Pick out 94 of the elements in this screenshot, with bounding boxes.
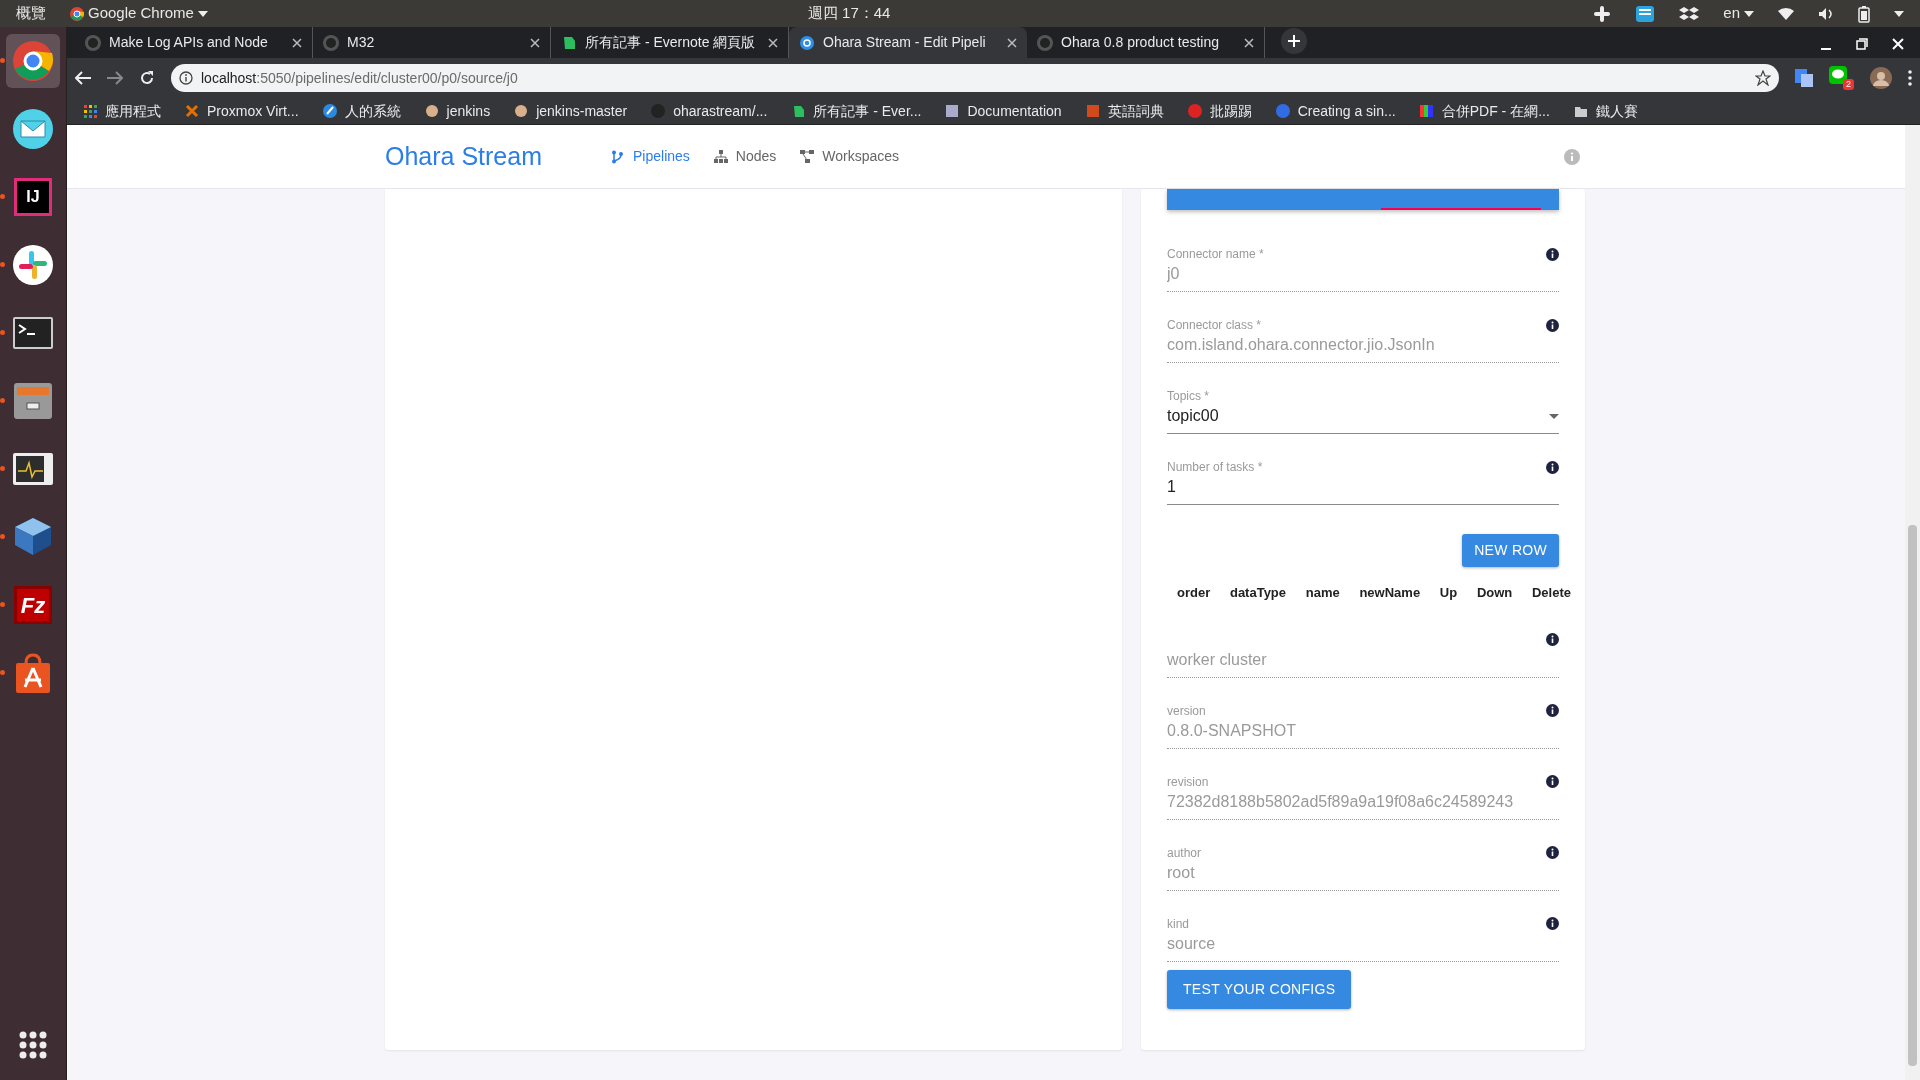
close-icon[interactable]	[1007, 37, 1017, 48]
inbox-icon[interactable]	[1635, 4, 1656, 23]
dock-app-button[interactable]	[11, 243, 55, 287]
bookmark-item[interactable]: Proxmox Virt...	[185, 100, 299, 122]
info-icon	[179, 71, 193, 85]
activities-button[interactable]: 概覽	[16, 2, 46, 25]
sitemap-icon	[713, 149, 728, 164]
star-icon[interactable]	[1755, 70, 1771, 86]
field-label: kind	[1167, 915, 1189, 932]
nav-link[interactable]: Workspaces	[800, 146, 900, 167]
new-tab-button[interactable]	[1281, 28, 1307, 54]
caret-icon	[197, 10, 208, 17]
caret-icon[interactable]	[1894, 10, 1904, 17]
column-header: Up	[1439, 584, 1458, 602]
info-icon[interactable]	[1546, 247, 1559, 261]
bookmark-item[interactable]: Documentation	[945, 100, 1062, 122]
bookmark-item[interactable]: Creating a sin...	[1275, 100, 1396, 122]
volume-icon[interactable]	[1818, 6, 1834, 21]
clock[interactable]: 週四 17：44	[807, 2, 891, 25]
apps-grid-icon	[83, 104, 97, 118]
bookmark-item[interactable]: oharastream/...	[651, 100, 768, 122]
nav-link[interactable]: Nodes	[713, 146, 777, 167]
forward-arrow-icon[interactable]	[107, 71, 123, 85]
new-row-button[interactable]: NEW ROW	[1462, 534, 1559, 567]
select-field[interactable]: topic00	[1167, 404, 1549, 428]
address-bar[interactable]: localhost:5050/pipelines/edit/cluster00/p0/source/j0	[171, 64, 1779, 92]
app-menu[interactable]: Google Chrome	[70, 2, 208, 25]
column-header: order	[1177, 584, 1211, 602]
branch-icon	[611, 149, 625, 164]
network-icon	[800, 149, 815, 164]
close-icon[interactable]	[768, 37, 778, 48]
app-grid-icon[interactable]	[18, 1030, 48, 1060]
field-label: revision	[1167, 773, 1209, 790]
scrollbar-thumb[interactable]	[1908, 525, 1917, 1066]
caret-icon	[1549, 413, 1559, 419]
field-label: version	[1167, 702, 1206, 719]
info-icon[interactable]	[1546, 917, 1559, 930]
battery-icon[interactable]	[1858, 4, 1870, 23]
bookmark-item[interactable]: jenkins	[424, 100, 491, 122]
field-label: Connector name *	[1167, 246, 1264, 262]
field-label: Connector class *	[1167, 317, 1262, 333]
info-icon[interactable]	[1546, 460, 1559, 474]
info-icon[interactable]	[1546, 846, 1559, 859]
back-arrow-icon[interactable]	[75, 71, 91, 85]
column-header: Down	[1476, 584, 1513, 602]
chat-bubble-icon	[1829, 66, 1847, 84]
close-icon[interactable]	[530, 37, 540, 48]
dock-app-button[interactable]	[11, 39, 55, 83]
column-header: newName	[1359, 584, 1421, 602]
folder-icon	[1573, 104, 1588, 118]
column-header: name	[1305, 584, 1340, 602]
field-label: Number of tasks *	[1167, 459, 1263, 475]
chrome-logo-icon	[11, 39, 55, 83]
info-icon[interactable]	[1546, 318, 1559, 332]
notification-badge: 2	[1843, 79, 1854, 90]
info-icon[interactable]	[1546, 775, 1559, 788]
more-menu-icon[interactable]	[1908, 70, 1912, 86]
avatar-icon[interactable]	[1870, 67, 1892, 89]
mail-logo-icon	[11, 107, 55, 151]
wifi-icon[interactable]	[1778, 6, 1794, 21]
reload-icon[interactable]	[139, 70, 155, 86]
browser-tab[interactable]: Ohara Stream - Edit Pipeli	[789, 27, 1027, 58]
bookmark-item[interactable]: 人的系統	[322, 100, 401, 122]
nav-link[interactable]: Pipelines	[611, 146, 690, 167]
test-configs-button[interactable]: TEST YOUR CONFIGS	[1167, 969, 1352, 1009]
bookmark-item[interactable]: jenkins-master	[514, 100, 628, 122]
field-label: Topics *	[1167, 388, 1210, 404]
field-label: author	[1167, 844, 1202, 861]
info-icon[interactable]	[1546, 633, 1559, 646]
close-icon[interactable]	[292, 37, 302, 48]
app-logo-link[interactable]: Ohara Stream	[385, 137, 542, 176]
bookmark-item[interactable]: 英語詞典	[1085, 100, 1164, 122]
column-header: Delete	[1531, 584, 1571, 602]
bookmark-item[interactable]: 合併PDF - 在網...	[1419, 100, 1550, 122]
bookmark-item[interactable]: 所有記事 - Ever...	[791, 100, 922, 122]
dock-app-button[interactable]	[11, 107, 55, 151]
restore-icon[interactable]	[1856, 38, 1868, 50]
plus-icon	[1288, 35, 1300, 47]
column-header: dataType	[1229, 584, 1287, 602]
close-icon[interactable]	[1244, 37, 1254, 48]
info-icon[interactable]	[1546, 704, 1559, 717]
bookmark-item[interactable]: 應用程式	[83, 100, 161, 122]
url-text: localhost:5050/pipelines/edit/cluster00/p0/source/j0	[201, 68, 519, 88]
cross-icon	[185, 104, 199, 118]
bookmark-item[interactable]: 鐵人賽	[1573, 100, 1638, 122]
caret-icon	[1744, 10, 1754, 17]
slack-logo-icon	[11, 243, 55, 287]
chrome-icon	[70, 6, 84, 21]
bookmark-item[interactable]: 批踢踢	[1187, 100, 1252, 122]
language-menu[interactable]: en	[1723, 2, 1754, 25]
input-field[interactable]: worker cluster	[1167, 647, 1559, 672]
chat-extension-button[interactable]: 2	[1829, 66, 1854, 90]
color-blocks-icon	[1419, 104, 1434, 118]
input-field[interactable]: 1	[1167, 475, 1559, 499]
